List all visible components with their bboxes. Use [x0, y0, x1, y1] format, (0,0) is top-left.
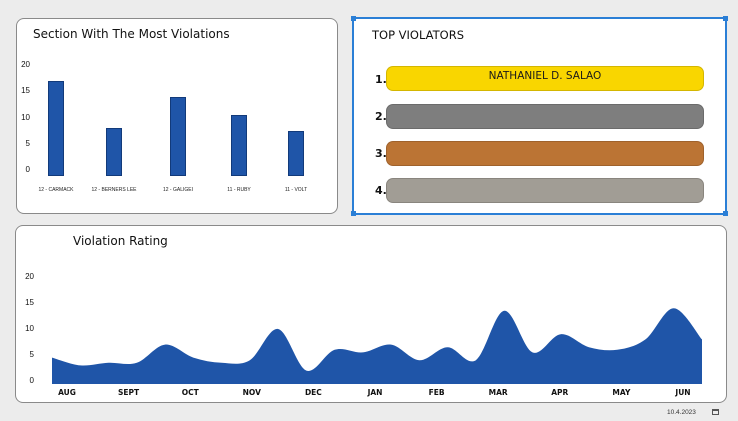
- month-label: MAR: [488, 388, 508, 397]
- rank-name: NATHANIEL D. SALAO: [488, 70, 602, 82]
- resize-handle-tr[interactable]: [723, 16, 728, 21]
- month-label: JUN: [675, 388, 691, 397]
- top-violators-title: TOP VIOLATORS: [372, 28, 464, 42]
- violation-rating-card: Violation Rating 20 15 10 5 0 AUG SEPT OCT NOV D…: [15, 225, 727, 403]
- month-label: APR: [551, 388, 569, 397]
- category-label: 12 - BERNERS LEE: [91, 187, 137, 193]
- category-label: 12 - GALIGEI: [162, 187, 193, 193]
- y-tick-label: 10: [21, 112, 30, 122]
- month-label: SEPT: [118, 388, 140, 397]
- month-label: NOV: [242, 388, 261, 397]
- month-label: MAY: [612, 388, 631, 397]
- rank-bar-4: [386, 178, 704, 203]
- sections-chart-card: Section With The Most Violations 20 15 10 5…: [16, 18, 338, 214]
- y-tick-label: 5: [25, 138, 30, 148]
- area-series: [52, 308, 702, 384]
- resize-handle-br[interactable]: [723, 211, 728, 216]
- month-label: AUG: [58, 388, 76, 397]
- calendar-icon[interactable]: [712, 409, 719, 415]
- bar: [231, 114, 247, 176]
- y-tick-label: 15: [21, 86, 30, 96]
- category-label: 11 - VOLT: [284, 187, 308, 193]
- y-tick-label: 0: [25, 165, 30, 174]
- month-label: FEB: [428, 388, 445, 397]
- top-violators-card[interactable]: TOP VIOLATORS 1. NATHANIEL D. SALAO 2. 3…: [351, 16, 728, 216]
- month-label: JAN: [367, 388, 383, 397]
- resize-handle-tl[interactable]: [351, 16, 356, 21]
- month-label: DEC: [304, 388, 322, 397]
- category-label: 11 - RUBY: [227, 187, 251, 193]
- resize-handle-bl[interactable]: [351, 211, 356, 216]
- bar: [170, 96, 186, 176]
- rank-bar-1: NATHANIEL D. SALAO: [386, 66, 704, 91]
- category-label: 12 - CARMACK: [38, 187, 74, 193]
- bar: [106, 128, 122, 176]
- rank-bar-3: [386, 141, 704, 166]
- footer-date: 10.4.2023: [667, 409, 696, 416]
- sections-chart-title: Section With The Most Violations: [33, 27, 230, 41]
- month-label: OCT: [181, 388, 199, 397]
- bar: [48, 80, 64, 176]
- y-tick-label: 20: [21, 60, 30, 69]
- violation-rating-area-chart: [52, 308, 702, 384]
- bar: [288, 130, 304, 176]
- rank-bar-2: [386, 104, 704, 129]
